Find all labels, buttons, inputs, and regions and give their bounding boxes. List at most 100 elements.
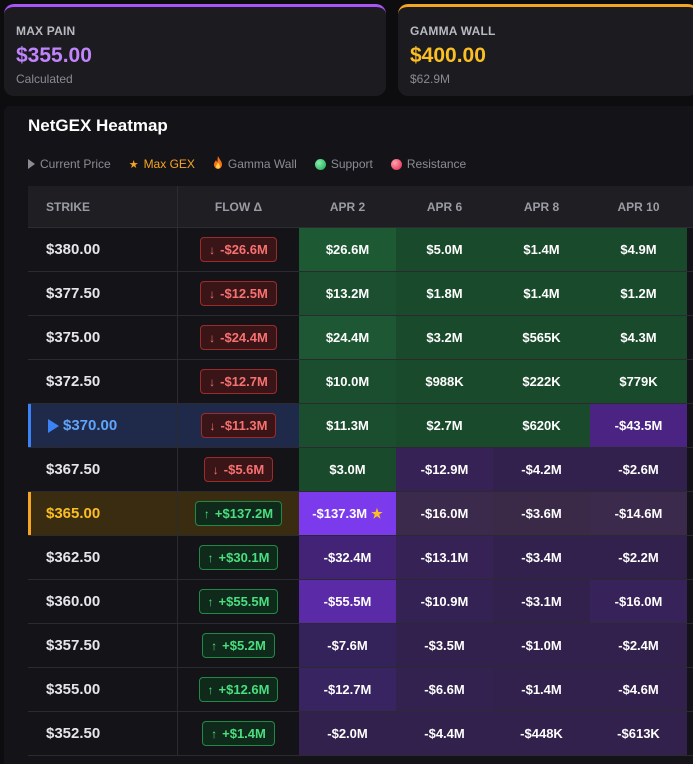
arrow-down-icon: ↓: [209, 242, 216, 257]
gex-cell[interactable]: $1.4M: [493, 272, 590, 315]
flow-delta-value: -$11.3M: [220, 418, 268, 433]
gex-cell[interactable]: $5.0M: [396, 228, 493, 271]
flow-cell: ↓ -$24.4M: [177, 316, 299, 359]
gex-cell[interactable]: $4.3M: [590, 316, 687, 359]
gex-cell[interactable]: -$1.0M: [493, 624, 590, 667]
strike-cell: $365.00: [28, 492, 177, 535]
gex-cell[interactable]: $1.8M: [396, 272, 493, 315]
gex-cell[interactable]: -$16.0M: [396, 492, 493, 535]
strike-cell: $352.50: [28, 712, 177, 755]
gex-cell[interactable]: $11.3M: [299, 404, 396, 447]
gex-cell[interactable]: -$32.4M: [299, 536, 396, 579]
legend-max-gex: ★ Max GEX: [129, 157, 195, 171]
legend-resistance-label: Resistance: [406, 157, 467, 171]
gex-value: -$4.6M: [618, 682, 659, 697]
gex-cell[interactable]: -$16.0M: [590, 580, 687, 623]
gex-cell[interactable]: $13.2M: [299, 272, 396, 315]
table-row[interactable]: $372.50 ↓ -$12.7M $10.0M $988K $222K $779K: [28, 360, 693, 404]
gex-cell[interactable]: -$137.3M ★: [299, 492, 396, 535]
arrow-down-icon: ↓: [209, 330, 216, 345]
gex-value: -$613K: [617, 726, 660, 741]
column-header-date[interactable]: APR 6: [396, 186, 493, 227]
heatmap-table: STRIKE FLOW Δ APR 2 APR 6 APR 8 APR 10 $…: [28, 186, 693, 756]
gex-cell[interactable]: -$3.1M: [493, 580, 590, 623]
gex-value: $3.0M: [329, 462, 366, 477]
strike-cell: $375.00: [28, 316, 177, 359]
gex-cell[interactable]: -$3.5M: [396, 624, 493, 667]
strike-value: $370.00: [63, 417, 118, 434]
gex-cell[interactable]: $3.0M: [299, 448, 396, 491]
gex-cell[interactable]: -$43.5M: [590, 404, 687, 447]
gex-cell[interactable]: -$4.4M: [396, 712, 493, 755]
table-row[interactable]: $357.50 ↑ +$5.2M -$7.6M -$3.5M -$1.0M -$2.4M: [28, 624, 693, 668]
gamma-wall-sub: $62.9M: [410, 72, 451, 86]
gex-cell[interactable]: $24.4M: [299, 316, 396, 359]
max-pain-label: MAX PAIN: [16, 24, 76, 38]
gex-cell[interactable]: -$7.6M: [299, 624, 396, 667]
gex-cell[interactable]: -$4.6M: [590, 668, 687, 711]
strike-value: $360.00: [46, 593, 101, 610]
gex-cell[interactable]: -$6.6M: [396, 668, 493, 711]
gex-cell[interactable]: -$1.4M: [493, 668, 590, 711]
arrow-up-icon: ↑: [211, 638, 218, 653]
flow-cell: ↑ +$30.1M: [177, 536, 299, 579]
gex-cell[interactable]: $1.2M: [590, 272, 687, 315]
column-header-strike[interactable]: STRIKE: [28, 186, 177, 227]
gex-value: -$6.6M: [424, 682, 465, 697]
gex-value: $620K: [522, 418, 561, 433]
gex-cell[interactable]: $26.6M: [299, 228, 396, 271]
gex-cell[interactable]: -$3.6M: [493, 492, 590, 535]
table-row[interactable]: $380.00 ↓ -$26.6M $26.6M $5.0M $1.4M $4.9M: [28, 228, 693, 272]
gex-cell[interactable]: $222K: [493, 360, 590, 403]
flame-icon: [213, 156, 223, 172]
gex-value: -$16.0M: [420, 506, 469, 521]
column-header-date[interactable]: APR 8: [493, 186, 590, 227]
gex-cell[interactable]: $565K: [493, 316, 590, 359]
gex-cell[interactable]: -$2.4M: [590, 624, 687, 667]
gex-value: -$16.0M: [614, 594, 663, 609]
table-row[interactable]: $362.50 ↑ +$30.1M -$32.4M -$13.1M -$3.4M -$2.2…: [28, 536, 693, 580]
gex-cell[interactable]: $779K: [590, 360, 687, 403]
gex-cell[interactable]: -$55.5M: [299, 580, 396, 623]
star-icon: ★: [128, 158, 139, 171]
table-row[interactable]: $367.50 ↓ -$5.6M $3.0M -$12.9M -$4.2M -$2.6M: [28, 448, 693, 492]
flow-delta-value: -$26.6M: [220, 242, 268, 257]
table-row[interactable]: $365.00 ↑ +$137.2M -$137.3M ★ -$16.0M -$3.6M -$…: [28, 492, 693, 536]
column-header-date[interactable]: APR 2: [299, 186, 396, 227]
column-header-date[interactable]: APR 10: [590, 186, 687, 227]
table-row[interactable]: $360.00 ↑ +$55.5M -$55.5M -$10.9M -$3.1M -$16.…: [28, 580, 693, 624]
gex-cell[interactable]: -$3.4M: [493, 536, 590, 579]
gex-cell[interactable]: -$2.2M: [590, 536, 687, 579]
red-dot-icon: [390, 158, 402, 170]
gex-cell[interactable]: $620K: [493, 404, 590, 447]
netgex-heatmap-panel: NetGEX Heatmap Current Price ★ Max GEX G…: [4, 106, 693, 764]
gex-cell[interactable]: -$448K: [493, 712, 590, 755]
gex-cell[interactable]: $10.0M: [299, 360, 396, 403]
flow-delta-badge: ↑ +$12.6M: [198, 677, 279, 702]
max-pain-card: MAX PAIN $355.00 Calculated: [4, 4, 386, 96]
gex-cell[interactable]: -$2.6M: [590, 448, 687, 491]
gex-cell[interactable]: $3.2M: [396, 316, 493, 359]
gex-value: $5.0M: [426, 242, 463, 257]
table-row[interactable]: $370.00 ↓ -$11.3M $11.3M $2.7M $620K -$43.5M: [28, 404, 693, 448]
gex-cell[interactable]: $1.4M: [493, 228, 590, 271]
table-row[interactable]: $352.50 ↑ +$1.4M -$2.0M -$4.4M -$448K -$613K: [28, 712, 693, 756]
heatmap-title: NetGEX Heatmap: [28, 116, 168, 135]
legend-support: Support: [314, 157, 373, 171]
gex-value: $779K: [619, 374, 658, 389]
gex-cell[interactable]: -$4.2M: [493, 448, 590, 491]
table-row[interactable]: $375.00 ↓ -$24.4M $24.4M $3.2M $565K $4.3M: [28, 316, 693, 360]
gex-cell[interactable]: -$613K: [590, 712, 687, 755]
gex-cell[interactable]: -$12.7M: [299, 668, 396, 711]
gex-cell[interactable]: -$10.9M: [396, 580, 493, 623]
table-row[interactable]: $377.50 ↓ -$12.5M $13.2M $1.8M $1.4M $1.2M: [28, 272, 693, 316]
gex-cell[interactable]: -$14.6M: [590, 492, 687, 535]
gex-cell[interactable]: $2.7M: [396, 404, 493, 447]
gex-cell[interactable]: -$12.9M: [396, 448, 493, 491]
gex-cell[interactable]: -$2.0M: [299, 712, 396, 755]
gex-cell[interactable]: $988K: [396, 360, 493, 403]
column-header-flow[interactable]: FLOW Δ: [177, 186, 299, 227]
gex-cell[interactable]: -$13.1M: [396, 536, 493, 579]
gex-cell[interactable]: $4.9M: [590, 228, 687, 271]
table-row[interactable]: $355.00 ↑ +$12.6M -$12.7M -$6.6M -$1.4M -$4.6M: [28, 668, 693, 712]
